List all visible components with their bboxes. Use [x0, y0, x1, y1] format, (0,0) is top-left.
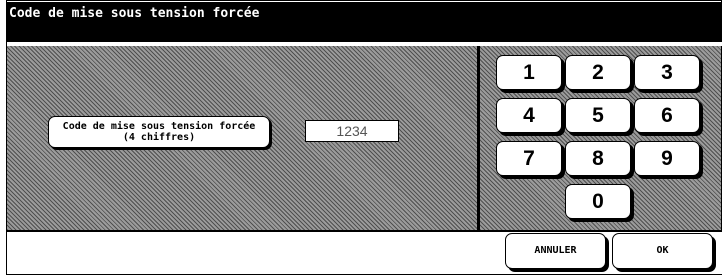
- ok-button[interactable]: OK: [612, 233, 713, 269]
- code-input[interactable]: 1234: [305, 120, 399, 142]
- dialog-title: Code de mise sous tension forcée: [9, 6, 260, 21]
- code-label-line1: Code de mise sous tension forcée: [62, 121, 256, 132]
- key-9[interactable]: 9: [634, 141, 700, 176]
- key-7[interactable]: 7: [496, 141, 562, 176]
- title-bar: Code de mise sous tension forcée: [7, 2, 722, 42]
- code-label-line2: (4 chiffres): [122, 132, 196, 143]
- key-1[interactable]: 1: [496, 55, 562, 90]
- code-label: Code de mise sous tension forcée (4 chif…: [48, 116, 270, 148]
- key-8[interactable]: 8: [565, 141, 631, 176]
- key-4[interactable]: 4: [496, 98, 562, 133]
- key-0[interactable]: 0: [565, 184, 631, 219]
- key-5[interactable]: 5: [565, 98, 631, 133]
- key-6[interactable]: 6: [634, 98, 700, 133]
- cancel-button[interactable]: ANNULER: [505, 233, 606, 269]
- key-2[interactable]: 2: [565, 55, 631, 90]
- key-3[interactable]: 3: [634, 55, 700, 90]
